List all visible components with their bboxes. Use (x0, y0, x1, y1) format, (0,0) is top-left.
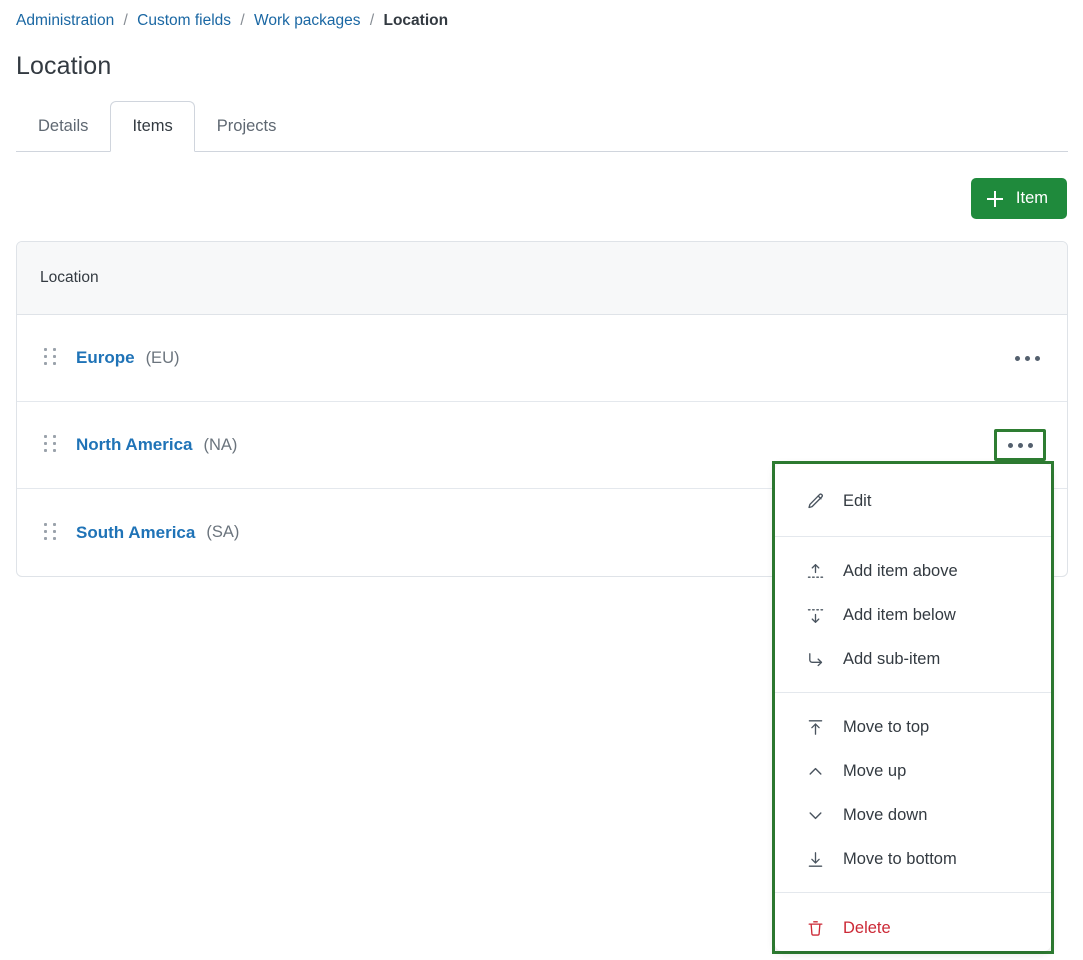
row-menu-button-active[interactable] (994, 429, 1046, 461)
arrow-to-top-icon (805, 717, 825, 737)
item-code: (NA) (203, 435, 238, 454)
row-actions-menu-focus-ring: Edit Add item above Add item below Add s… (772, 461, 1054, 954)
menu-item-add-sub-item[interactable]: Add sub-item (775, 637, 1051, 681)
menu-item-label: Edit (843, 491, 872, 510)
menu-item-move-down[interactable]: Move down (775, 793, 1051, 837)
tab-details[interactable]: Details (16, 101, 110, 152)
pencil-icon (805, 491, 825, 511)
chevron-up-icon (805, 761, 825, 781)
add-item-button-label: Item (1015, 189, 1048, 207)
item-link-europe[interactable]: Europe (76, 348, 135, 368)
menu-item-label: Add item below (843, 605, 956, 624)
menu-item-add-item-below[interactable]: Add item below (775, 593, 1051, 637)
arrow-to-bottom-icon (805, 849, 825, 869)
row-actions-menu: Edit Add item above Add item below Add s… (775, 464, 1051, 951)
menu-item-delete[interactable]: Delete (775, 906, 1051, 950)
tab-items[interactable]: Items (110, 101, 195, 152)
breadcrumb-item-custom-fields[interactable]: Custom fields (137, 12, 231, 29)
drag-handle-icon[interactable] (44, 435, 58, 455)
drag-handle-icon[interactable] (44, 522, 58, 543)
menu-group-move: Move to top Move up Move down Move to bo… (775, 692, 1051, 892)
item-link-north-america[interactable]: North America (76, 435, 193, 455)
menu-item-edit[interactable]: Edit (775, 479, 1051, 523)
menu-item-label: Add sub-item (843, 649, 941, 668)
trash-icon (805, 918, 825, 938)
menu-item-label: Delete (843, 918, 891, 937)
menu-group-delete: Delete (775, 892, 1051, 960)
arrow-up-dotted-icon (805, 561, 825, 581)
item-link-south-america[interactable]: South America (76, 523, 195, 543)
arrow-down-dotted-icon (805, 605, 825, 625)
menu-item-add-item-above[interactable]: Add item above (775, 549, 1051, 593)
table-header: Location (17, 242, 1067, 315)
breadcrumb-item-work-packages[interactable]: Work packages (254, 12, 361, 29)
menu-item-move-to-top[interactable]: Move to top (775, 705, 1051, 749)
menu-item-label: Add item above (843, 561, 958, 580)
breadcrumb: Administration / Custom fields / Work pa… (16, 12, 448, 30)
menu-item-label: Move to bottom (843, 849, 957, 868)
menu-group-edit: Edit (775, 464, 1051, 536)
menu-group-add: Add item above Add item below Add sub-it… (775, 536, 1051, 692)
plus-icon (986, 190, 1003, 207)
table-header-location: Location (40, 269, 99, 286)
menu-item-move-up[interactable]: Move up (775, 749, 1051, 793)
breadcrumb-item-location: Location (383, 12, 449, 29)
breadcrumb-item-administration[interactable]: Administration (16, 12, 114, 29)
breadcrumb-separator: / (369, 12, 375, 29)
item-code: (EU) (145, 348, 180, 367)
drag-handle-icon[interactable] (44, 348, 58, 368)
tab-bar: Details Items Projects (16, 101, 1068, 152)
tab-projects[interactable]: Projects (195, 101, 299, 152)
menu-item-move-to-bottom[interactable]: Move to bottom (775, 837, 1051, 881)
menu-item-label: Move up (843, 761, 907, 780)
chevron-down-icon (805, 805, 825, 825)
menu-item-label: Move to top (843, 717, 930, 736)
table-row: Europe (EU) (17, 315, 1067, 402)
breadcrumb-separator: / (240, 12, 245, 29)
page-title: Location (16, 52, 112, 80)
admin-custom-field-items-page: Administration / Custom fields / Work pa… (0, 0, 1083, 960)
menu-item-label: Move down (843, 805, 928, 824)
row-menu-button[interactable] (1008, 345, 1046, 371)
item-code: (SA) (206, 523, 240, 541)
add-item-button[interactable]: Item (970, 178, 1067, 219)
arrow-turn-down-right-icon (805, 649, 825, 669)
breadcrumb-separator: / (123, 12, 128, 29)
